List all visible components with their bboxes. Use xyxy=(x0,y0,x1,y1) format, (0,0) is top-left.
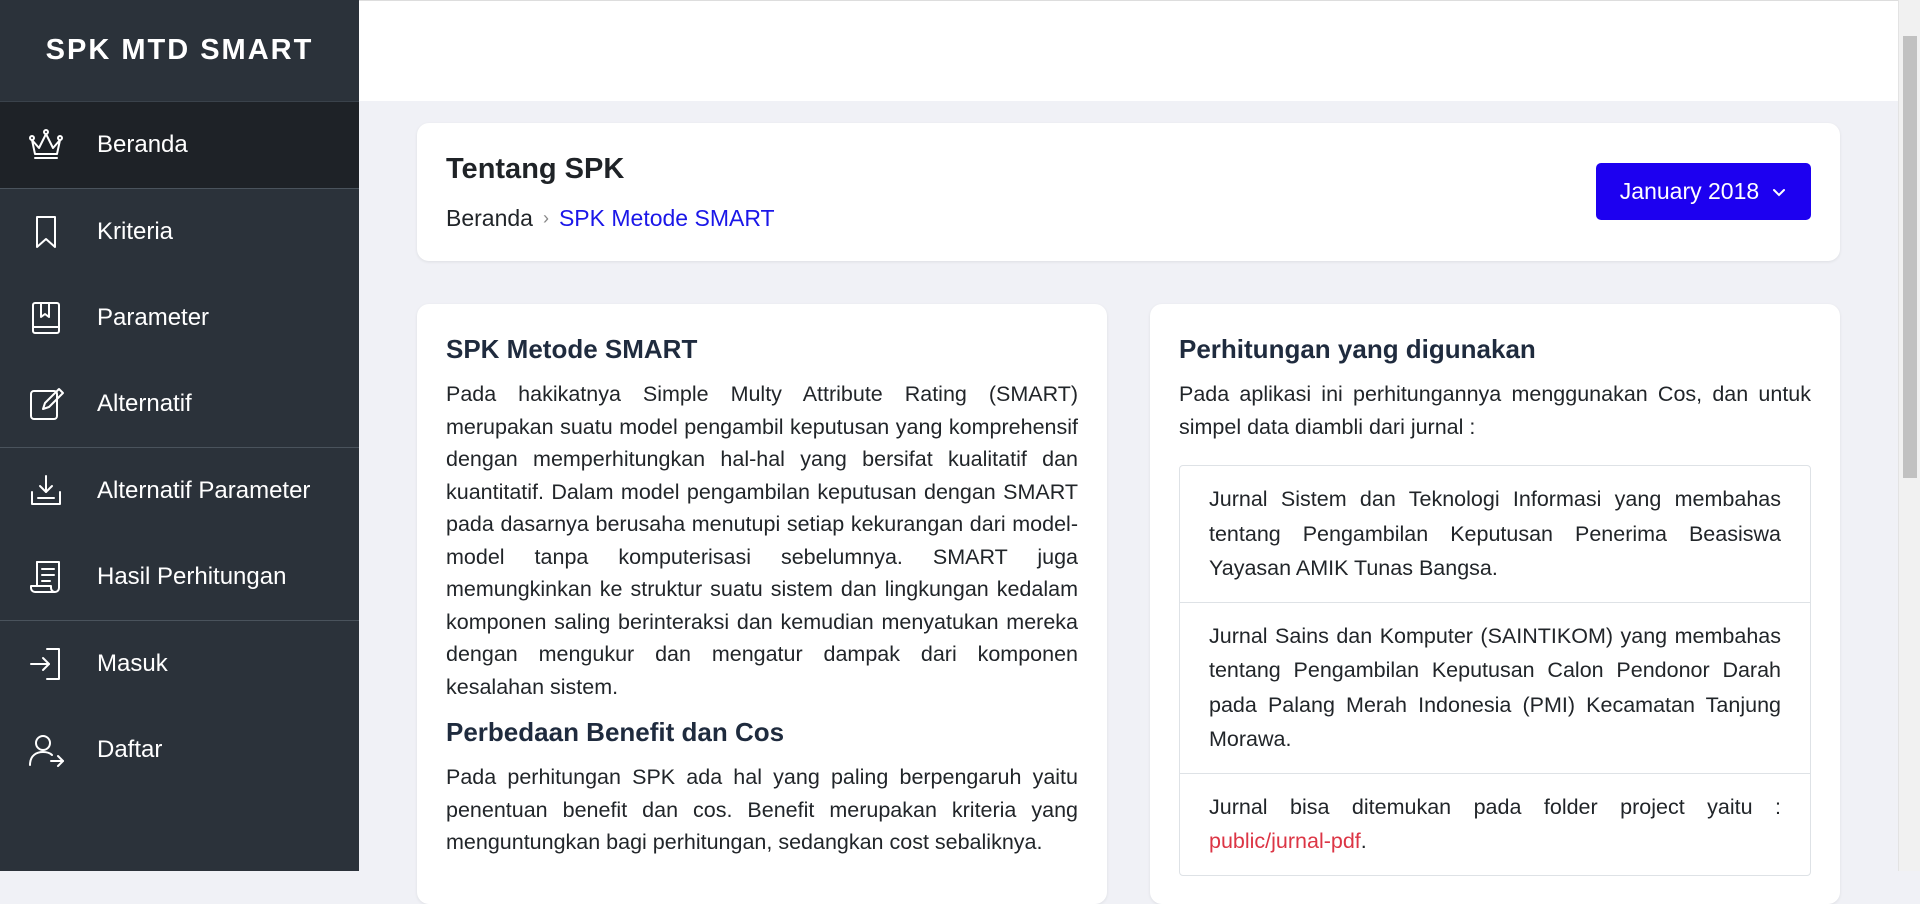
breadcrumb-home[interactable]: Beranda xyxy=(446,205,533,232)
list-item: Jurnal Sistem dan Teknologi Informasi ya… xyxy=(1180,466,1810,603)
edit-icon xyxy=(27,385,65,423)
section-title: Perhitungan yang digunakan xyxy=(1179,334,1536,364)
top-bar xyxy=(359,0,1898,101)
period-label: January 2018 xyxy=(1619,178,1760,204)
section-paragraph: Pada hakikatnya Simple Multy Attribute R… xyxy=(446,382,1078,699)
smart-method-card: SPK Metode SMART Pada hakikatnya Simple … xyxy=(417,304,1107,904)
sidebar-item-alternatif[interactable]: Alternatif xyxy=(0,361,359,447)
sidebar-item-label: Kriteria xyxy=(97,218,174,245)
sidebar-item-label: Hasil Perhitungan xyxy=(97,563,287,590)
sidebar-item-kriteria[interactable]: Kriteria xyxy=(0,189,359,275)
sidebar-item-daftar[interactable]: Daftar xyxy=(0,707,359,793)
page-title: Tentang SPK xyxy=(446,153,625,185)
page-header-card: Tentang SPK Beranda › SPK Metode SMART J… xyxy=(417,123,1840,261)
sidebar-item-label: Daftar xyxy=(97,736,163,763)
calculation-card: Perhitungan yang digunakan Pada aplikasi… xyxy=(1150,304,1840,904)
section-title: SPK Metode SMART xyxy=(446,334,698,364)
breadcrumb: Beranda › SPK Metode SMART xyxy=(446,205,775,232)
list-item: Jurnal bisa ditemukan pada folder projec… xyxy=(1180,774,1810,875)
scroll-icon xyxy=(27,558,65,596)
scrollbar-thumb[interactable] xyxy=(1903,36,1917,478)
sidebar: SPK MTD SMART Beranda Kriteria Parameter… xyxy=(0,0,359,871)
list-item: Jurnal Sains dan Komputer (SAINTIKOM) ya… xyxy=(1180,603,1810,774)
brand-title[interactable]: SPK MTD SMART xyxy=(0,0,359,102)
login-icon xyxy=(27,645,65,683)
chevron-down-icon xyxy=(1773,188,1786,196)
sidebar-item-hasil-perhitungan[interactable]: Hasil Perhitungan xyxy=(0,534,359,620)
folder-path-link[interactable]: public/jurnal-pdf xyxy=(1209,829,1361,853)
folder-text: Jurnal bisa ditemukan pada folder projec… xyxy=(1209,794,1781,819)
bookmark-icon xyxy=(27,213,65,251)
sidebar-item-label: Masuk xyxy=(97,650,168,677)
crown-icon xyxy=(27,126,65,164)
sidebar-item-parameter[interactable]: Parameter xyxy=(0,275,359,361)
period-dropdown-button[interactable]: January 2018 xyxy=(1596,163,1811,220)
section-paragraph: Pada perhitungan SPK ada hal yang paling… xyxy=(446,765,1078,854)
sidebar-item-masuk[interactable]: Masuk xyxy=(0,621,359,707)
sidebar-item-beranda[interactable]: Beranda xyxy=(0,102,359,188)
sidebar-item-label: Alternatif xyxy=(97,390,192,417)
folder-end: . xyxy=(1360,829,1367,853)
download-tray-icon xyxy=(27,472,65,510)
sidebar-item-label: Parameter xyxy=(97,304,210,331)
user-plus-icon xyxy=(27,731,65,769)
sidebar-item-alternatif-parameter[interactable]: Alternatif Parameter xyxy=(0,448,359,534)
chevron-right-icon: › xyxy=(542,208,549,228)
section-paragraph: Pada aplikasi ini perhitungannya menggun… xyxy=(1179,382,1811,439)
sidebar-item-label: Alternatif Parameter xyxy=(97,477,311,504)
breadcrumb-current[interactable]: SPK Metode SMART xyxy=(559,205,775,232)
book-icon xyxy=(27,299,65,337)
sidebar-item-label: Beranda xyxy=(97,131,188,158)
section-title: Perbedaan Benefit dan Cos xyxy=(446,717,785,747)
journal-list: Jurnal Sistem dan Teknologi Informasi ya… xyxy=(1179,465,1811,876)
page-scrollbar[interactable] xyxy=(1898,0,1920,871)
